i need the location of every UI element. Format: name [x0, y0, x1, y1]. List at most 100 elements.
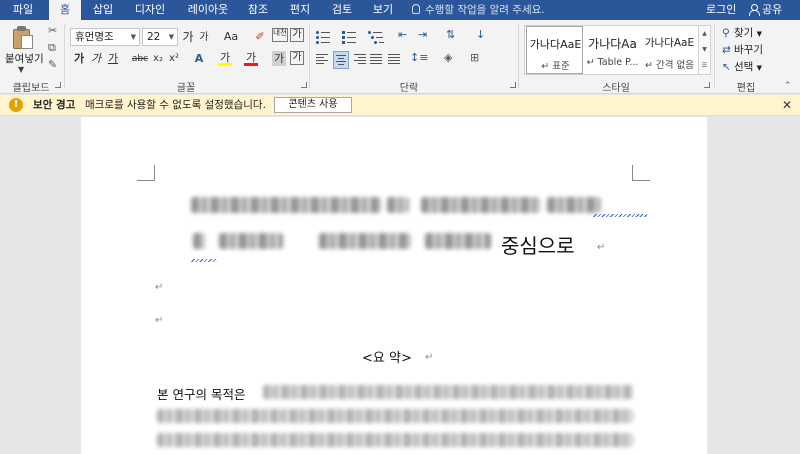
more-styles-icon[interactable]: ☰ [699, 58, 710, 74]
underline-button[interactable]: 가 [106, 50, 120, 68]
style-item[interactable]: 가나다Aa ↵ Table P... [584, 26, 641, 74]
collapse-ribbon-icon[interactable]: ⌃ [784, 81, 792, 91]
styles-launcher-icon[interactable] [704, 82, 710, 88]
clear-format-icon[interactable]: ✐ [252, 28, 268, 46]
font-color-button[interactable]: 가 [244, 50, 258, 66]
replace-button[interactable]: ⇄ 바꾸기 [722, 42, 763, 57]
group-label-paragraph: 단락 [399, 83, 419, 94]
decrease-indent-icon[interactable]: ⇤ [398, 29, 407, 41]
change-case-button[interactable]: Aa [218, 28, 244, 46]
tell-me-box[interactable]: 수행할 작업을 알려 주세요. [412, 0, 545, 20]
italic-button[interactable]: 가 [89, 50, 103, 68]
tab-review[interactable]: 검토 [325, 0, 359, 20]
paint-bucket-icon[interactable]: ◈ [444, 52, 452, 64]
share-label: 공유 [762, 3, 783, 16]
tab-insert[interactable]: 삽입 [86, 0, 120, 20]
chevron-up-icon[interactable]: ▲ [699, 26, 710, 42]
justify-icon[interactable] [370, 54, 384, 66]
group-label-clipboard: 클립보드 [12, 83, 50, 94]
shrink-font-button[interactable]: 가 [197, 29, 211, 47]
chevron-down-icon: ▼ [168, 33, 174, 41]
highlight-button[interactable]: 가 [218, 50, 232, 66]
margin-corner [632, 165, 650, 181]
tab-file[interactable]: 파일 [4, 0, 42, 20]
bold-button[interactable]: 가 [72, 50, 86, 68]
replace-icon: ⇄ [722, 44, 731, 56]
group-label-font: 글꼴 [176, 83, 196, 94]
subscript-button[interactable]: x₂ [151, 50, 165, 68]
distributed-icon[interactable] [388, 54, 402, 66]
increase-indent-icon[interactable]: ⇥ [418, 29, 427, 41]
line-spacing-icon[interactable]: ↕≡ [410, 52, 428, 64]
font-size-select[interactable]: 22 ▼ [142, 28, 178, 46]
redacted-text [219, 233, 283, 249]
strikethrough-button[interactable]: abc [131, 50, 149, 68]
chevron-down-icon: ▼ [756, 30, 763, 38]
char-border-button[interactable]: 가 [290, 51, 304, 65]
text-effects-icon[interactable]: A [192, 50, 206, 68]
paste-icon[interactable] [12, 26, 34, 50]
char-shading-button[interactable]: 가 [272, 51, 286, 66]
chevron-down-icon[interactable]: ▼ [18, 65, 24, 74]
align-center-icon[interactable] [333, 51, 349, 69]
cursor-icon: ↖ [722, 61, 731, 73]
redacted-text [319, 233, 411, 249]
chevron-down-icon: ▼ [130, 33, 136, 41]
redacted-text [425, 233, 491, 249]
styles-scroll[interactable]: ▲ ▼ ☰ [699, 25, 711, 75]
ribbon-tab-bar: 파일 홈 삽입 디자인 레이아웃 참조 편지 검토 보기 수행할 작업을 알려 … [0, 0, 800, 20]
clipboard-launcher-icon[interactable] [55, 82, 61, 88]
style-sample: 가나다AaE [529, 38, 582, 51]
paragraph-launcher-icon[interactable] [510, 82, 516, 88]
find-button[interactable]: ⚲ 찾기 ▼ [722, 25, 762, 40]
style-name: ↵ Table P... [586, 57, 639, 68]
find-label: 찾기 [734, 27, 754, 39]
group-label-editing: 편집 [736, 83, 756, 94]
security-title: 보안 경고 [33, 99, 76, 111]
security-warning-bar: ! 보안 경고 매크로를 사용할 수 없도록 설정했습니다. 콘텐츠 사용 ✕ [0, 95, 800, 116]
align-left-icon[interactable] [316, 54, 330, 66]
enable-content-button[interactable]: 콘텐츠 사용 [274, 97, 352, 113]
style-item[interactable]: 가나다AaE ↵ 간격 없음 [641, 26, 698, 74]
bullets-icon[interactable] [316, 31, 334, 44]
numbering-icon[interactable] [342, 31, 360, 44]
close-icon[interactable]: ✕ [782, 95, 792, 115]
copy-icon[interactable]: ⧉ [48, 42, 56, 54]
font-launcher-icon[interactable] [301, 82, 307, 88]
tab-design[interactable]: 디자인 [127, 0, 173, 20]
title-tail-text: 중심으로 [501, 234, 575, 258]
style-item[interactable]: 가나다AaE ↵ 표준 [526, 26, 583, 74]
phonetic-guide-button[interactable]: 내천 [272, 28, 288, 42]
font-name-select[interactable]: 휴먼명조 ▼ [70, 28, 140, 46]
sort-icon[interactable]: ↓ [476, 29, 485, 41]
document-page[interactable]: 중심으로 ↵ ↵ ↵ <요 약> ↵ 본 연구의 목적은 [81, 117, 707, 454]
format-painter-icon[interactable]: ✎ [48, 59, 57, 71]
multilevel-list-icon[interactable] [368, 31, 386, 44]
body-text-start: 본 연구의 목적은 [157, 387, 246, 402]
chevron-down-icon[interactable]: ▼ [699, 42, 710, 58]
align-right-icon[interactable] [354, 54, 368, 66]
paste-button[interactable]: 붙여넣기 [5, 51, 44, 66]
select-button[interactable]: ↖ 선택 ▼ [722, 59, 762, 74]
grow-font-button[interactable]: 가 [181, 28, 195, 46]
enclose-char-button[interactable]: 가 [290, 28, 304, 42]
redacted-text [547, 197, 601, 213]
paragraph-mark: ↵ [597, 242, 606, 253]
redacted-text [157, 409, 633, 423]
borders-icon[interactable]: ⊞ [470, 52, 479, 64]
share-button[interactable]: 공유 [748, 0, 782, 20]
tab-layout[interactable]: 레이아웃 [180, 0, 236, 20]
tab-view[interactable]: 보기 [366, 0, 400, 20]
sign-in-link[interactable]: 로그인 [706, 0, 736, 20]
tab-home[interactable]: 홈 [49, 0, 81, 20]
tab-references[interactable]: 참조 [241, 0, 275, 20]
redacted-text [191, 197, 381, 213]
tab-mailings[interactable]: 편지 [283, 0, 317, 20]
summary-heading: <요 약> [362, 351, 412, 366]
cut-icon[interactable]: ✂ [48, 25, 57, 37]
replace-label: 바꾸기 [734, 44, 763, 56]
text-direction-icon[interactable]: ⇅ [446, 29, 455, 41]
style-name: ↵ 간격 없음 [645, 60, 694, 71]
ribbon: 붙여넣기 ▼ ✂ ⧉ ✎ 클립보드 휴먼명조 ▼ 22 ▼ 가 가 Aa ✐ 내천 … [0, 20, 800, 94]
superscript-button[interactable]: x² [167, 50, 181, 68]
